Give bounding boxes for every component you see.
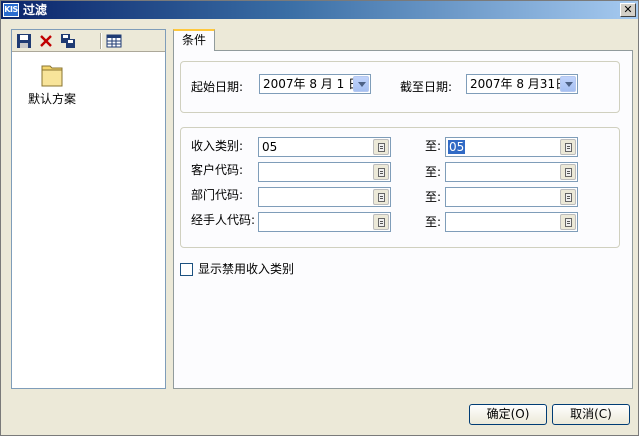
department-code-to-field[interactable] — [445, 187, 578, 207]
scheme-toolbar — [12, 30, 165, 52]
lookup-icon[interactable] — [373, 164, 389, 180]
lookup-icon[interactable] — [373, 189, 389, 205]
title-bar: KIS 过滤 ✕ — [1, 1, 638, 19]
toolbar-separator — [100, 33, 102, 49]
start-date-picker[interactable]: 2007年 8 月 1 日 — [259, 74, 371, 94]
scheme-label: 默认方案 — [27, 92, 76, 106]
lookup-icon[interactable] — [560, 214, 576, 230]
lookup-icon[interactable] — [560, 189, 576, 205]
filter-label: 收入类别: — [191, 139, 244, 153]
to-label: 至: — [425, 139, 442, 153]
department-code-from-field[interactable] — [258, 187, 391, 207]
list-item[interactable]: 默认方案 — [22, 62, 82, 107]
show-disabled-label: 显示禁用收入类别 — [198, 262, 295, 276]
filter-label: 部门代码: — [191, 188, 244, 202]
condition-area: 条件 起始日期: 2007年 8 月 1 日 截至日期: 2007年 8 月31… — [173, 29, 633, 389]
lookup-icon[interactable] — [373, 139, 389, 155]
save-as-icon[interactable] — [60, 33, 76, 49]
to-label: 至: — [425, 215, 442, 229]
window-title: 过滤 — [23, 3, 48, 17]
close-button[interactable]: ✕ — [620, 3, 636, 17]
filter-label: 客户代码: — [191, 163, 244, 177]
handler-code-to-field[interactable] — [445, 212, 578, 232]
end-date-picker[interactable]: 2007年 8 月31日 — [466, 74, 578, 94]
cancel-button[interactable]: 取消(C) — [552, 404, 630, 425]
end-date-label: 截至日期: — [400, 80, 453, 94]
lookup-icon[interactable] — [373, 214, 389, 230]
customer-code-to-field[interactable] — [445, 162, 578, 182]
chevron-down-icon[interactable] — [353, 76, 369, 92]
field-value: 05 — [262, 140, 278, 154]
income-type-to-field[interactable]: 05 — [445, 137, 578, 157]
ok-button[interactable]: 确定(O) — [469, 404, 547, 425]
save-icon[interactable] — [16, 33, 32, 49]
field-value: 05 — [448, 140, 466, 154]
end-date-value: 2007年 8 月31日 — [470, 77, 568, 91]
start-date-value: 2007年 8 月 1 日 — [263, 77, 361, 91]
code-range-group: 收入类别: 05 至: 05 客户代码: 至: 部门代码: 至: 经手人代码: … — [180, 127, 620, 248]
list-view-icon[interactable] — [106, 33, 122, 49]
tab-conditions[interactable]: 条件 — [173, 29, 215, 51]
lookup-icon[interactable] — [560, 139, 576, 155]
lookup-icon[interactable] — [560, 164, 576, 180]
scheme-panel: 默认方案 — [11, 29, 166, 389]
to-label: 至: — [425, 190, 442, 204]
tab-panel: 起始日期: 2007年 8 月 1 日 截至日期: 2007年 8 月31日 收… — [173, 50, 633, 389]
to-label: 至: — [425, 165, 442, 179]
date-group: 起始日期: 2007年 8 月 1 日 截至日期: 2007年 8 月31日 — [180, 61, 620, 113]
folder-icon — [40, 62, 64, 88]
chevron-down-icon[interactable] — [560, 76, 576, 92]
customer-code-from-field[interactable] — [258, 162, 391, 182]
delete-icon[interactable] — [38, 33, 54, 49]
show-disabled-checkbox[interactable] — [180, 263, 193, 276]
handler-code-from-field[interactable] — [258, 212, 391, 232]
app-logo-icon: KIS — [3, 3, 19, 17]
start-date-label: 起始日期: — [191, 80, 244, 94]
income-type-from-field[interactable]: 05 — [258, 137, 391, 157]
filter-dialog: KIS 过滤 ✕ 默认方案 条件 起始日期: 2007年 8 月 1 日 截至日… — [0, 0, 639, 436]
filter-label: 经手人代码: — [191, 213, 256, 227]
